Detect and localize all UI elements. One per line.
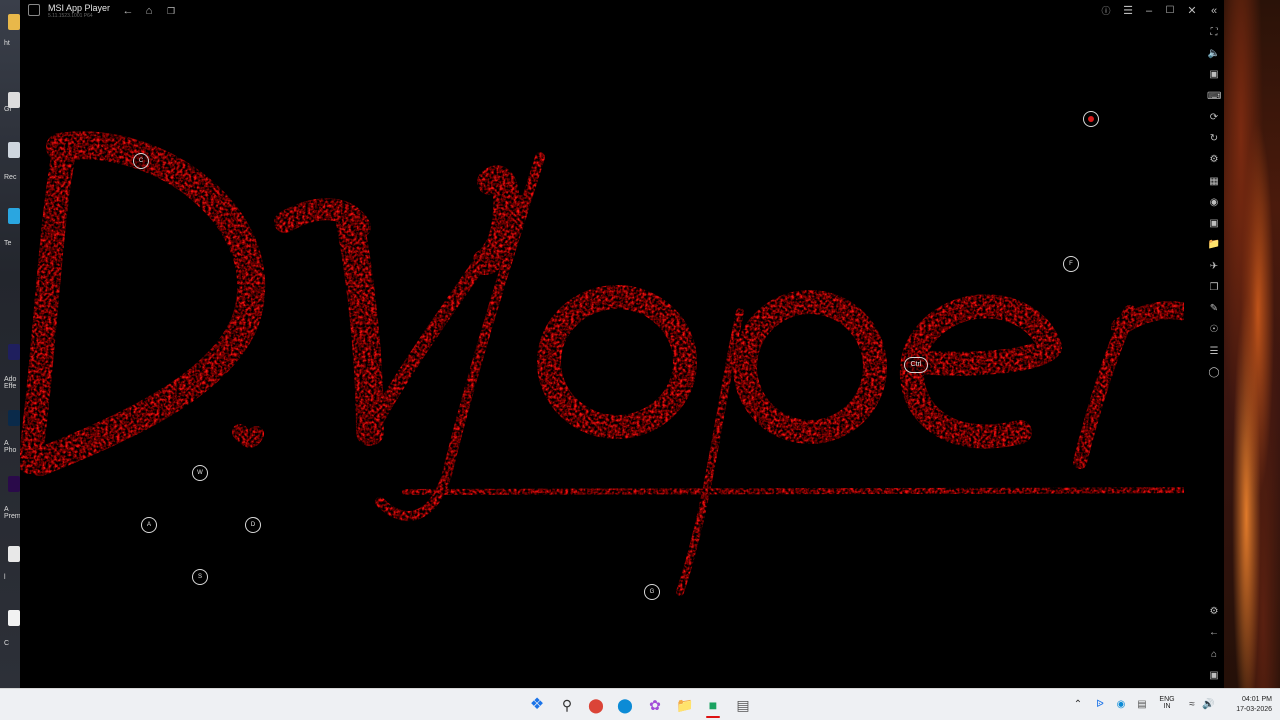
msi-app-player-window: MSI App Player 5.11.1523.1001 P64 ← ⌂ ❐ … xyxy=(20,0,1224,688)
copilot-icon[interactable]: ✿ xyxy=(647,697,663,713)
location-icon[interactable]: ☉ xyxy=(1207,323,1221,337)
keymap-f[interactable]: F xyxy=(1063,256,1079,272)
maximize-icon[interactable]: ☐ xyxy=(1163,4,1177,18)
recycle-bin-icon[interactable] xyxy=(8,142,20,158)
keyboard-icon[interactable]: ⌨ xyxy=(1207,90,1221,104)
file-icon[interactable] xyxy=(8,546,20,562)
keymap-c[interactable]: C xyxy=(133,153,149,169)
keymap-ctrl[interactable]: Ctrl xyxy=(904,357,928,373)
app-logo-icon xyxy=(28,4,40,16)
help-icon[interactable]: ⓘ xyxy=(1099,4,1113,18)
folder-icon[interactable]: 📁 xyxy=(1207,238,1221,252)
taskbar: ❖ ⚲ ⬤ ⬤ ✿ 📁 ■ ▤ ⌃ ᐉ ◉ ▤ ENG IN ≈ 🔊 04:01… xyxy=(0,688,1280,720)
desktop-label: C xyxy=(4,640,10,647)
app-icon[interactable] xyxy=(8,208,20,224)
wifi-icon[interactable]: ≈ xyxy=(1186,699,1198,711)
home-icon[interactable]: ⌂ xyxy=(1207,648,1221,662)
keymap-g[interactable]: G xyxy=(644,584,660,600)
copy-icon[interactable]: ❐ xyxy=(1207,281,1221,295)
collapse-sidebar-icon[interactable]: « xyxy=(1207,4,1221,18)
back-icon[interactable]: ← xyxy=(1207,626,1221,640)
speaker-icon[interactable]: 🔊 xyxy=(1202,699,1214,711)
desktop-label: A Prem xyxy=(4,506,21,520)
window-title: MSI App Player xyxy=(48,3,111,13)
chrome-icon[interactable]: ⬤ xyxy=(588,697,604,713)
notepad-icon[interactable]: ▤ xyxy=(735,697,751,713)
game-canvas[interactable] xyxy=(20,22,1184,688)
desktop-label: A Pho xyxy=(4,440,17,454)
macro-icon[interactable]: ▣ xyxy=(1207,217,1221,231)
menu-icon[interactable]: ☰ xyxy=(1121,4,1135,18)
desktop-label: l xyxy=(4,574,6,581)
desktop-label: Rec xyxy=(4,174,17,181)
layers-icon[interactable]: ☰ xyxy=(1207,345,1221,359)
back-icon[interactable]: ← xyxy=(121,4,135,18)
volume-icon[interactable]: 🔈 xyxy=(1207,47,1221,61)
recent-apps-icon[interactable]: ▣ xyxy=(1207,669,1221,683)
desktop-label: Ado Effe xyxy=(4,376,17,390)
language-code: ENG xyxy=(1159,696,1175,703)
region-code: IN xyxy=(1163,703,1171,710)
keymap-s[interactable]: S xyxy=(192,569,208,585)
screenshot-icon[interactable]: ◉ xyxy=(1207,196,1221,210)
start-icon[interactable]: ❖ xyxy=(529,697,545,713)
keymap-mouse-icon[interactable] xyxy=(1083,111,1099,127)
desktop-wallpaper xyxy=(1224,0,1280,688)
eraser-icon[interactable]: ✎ xyxy=(1207,302,1221,316)
fullscreen-icon[interactable]: ⛶ xyxy=(1207,26,1221,40)
active-app-indicator xyxy=(706,716,720,718)
sync-icon[interactable]: ↻ xyxy=(1207,132,1221,146)
system-clock[interactable]: 04:01 PM 17-03-2026 xyxy=(1224,695,1272,715)
title-bar[interactable]: MSI App Player 5.11.1523.1001 P64 ← ⌂ ❐ … xyxy=(20,0,1224,22)
right-toolbar: ⛶ 🔈 ▣ ⌨ ⟳ ↻ ⚙ ▦ ◉ ▣ 📁 ✈ ❐ ✎ ☉ ☰ ◯ ⚙ ← ⌂ … xyxy=(1204,22,1224,688)
minimize-icon[interactable]: – xyxy=(1142,4,1156,18)
capcut-icon[interactable] xyxy=(8,610,20,626)
desktop-left-strip: ht Gi Rec Te Ado Effe A Pho A Prem l C xyxy=(0,0,21,688)
airplane-icon[interactable]: ✈ xyxy=(1207,260,1221,274)
chevron-up-icon[interactable]: ⌃ xyxy=(1072,699,1084,711)
bluetooth-icon[interactable]: ᐉ xyxy=(1094,699,1106,711)
meet-icon[interactable]: ▤ xyxy=(1136,699,1148,711)
keymap-d[interactable]: D xyxy=(245,517,261,533)
home-icon[interactable]: ⌂ xyxy=(142,4,156,18)
edge-icon[interactable]: ⬤ xyxy=(617,697,633,713)
app-version: 5.11.1523.1001 P64 xyxy=(48,13,93,19)
settings-icon[interactable]: ⚙ xyxy=(1207,605,1221,619)
language-indicator[interactable]: ENG IN xyxy=(1156,696,1178,710)
game-controls-icon[interactable]: ⚙ xyxy=(1207,153,1221,167)
rotate-icon[interactable]: ⟳ xyxy=(1207,111,1221,125)
premiere-icon[interactable] xyxy=(8,476,20,492)
file-explorer-icon[interactable]: 📁 xyxy=(676,697,693,713)
photoshop-icon[interactable] xyxy=(8,410,20,426)
eco-mode-icon[interactable]: ◯ xyxy=(1207,366,1221,380)
keymap-a[interactable]: A xyxy=(141,517,157,533)
search-icon[interactable]: ⚲ xyxy=(559,697,575,713)
clock-date: 17-03-2026 xyxy=(1236,706,1272,713)
multi-instance-icon[interactable]: ❐ xyxy=(164,4,178,18)
close-icon[interactable]: ✕ xyxy=(1185,4,1199,18)
folder-icon[interactable] xyxy=(8,14,20,30)
after-effects-icon[interactable] xyxy=(8,344,20,360)
msi-app-player-taskbar-icon[interactable]: ■ xyxy=(705,697,721,713)
clock-time: 04:01 PM xyxy=(1242,696,1272,703)
keymap-w[interactable]: W xyxy=(192,465,208,481)
performance-icon[interactable]: ▦ xyxy=(1207,175,1221,189)
screen-record-icon[interactable]: ▣ xyxy=(1207,68,1221,82)
desktop-label: Gi xyxy=(4,106,11,113)
handwritten-text xyxy=(20,131,1184,596)
network-app-icon[interactable]: ◉ xyxy=(1115,699,1127,711)
desktop-label: ht xyxy=(4,40,10,47)
desktop-label: Te xyxy=(4,240,12,247)
